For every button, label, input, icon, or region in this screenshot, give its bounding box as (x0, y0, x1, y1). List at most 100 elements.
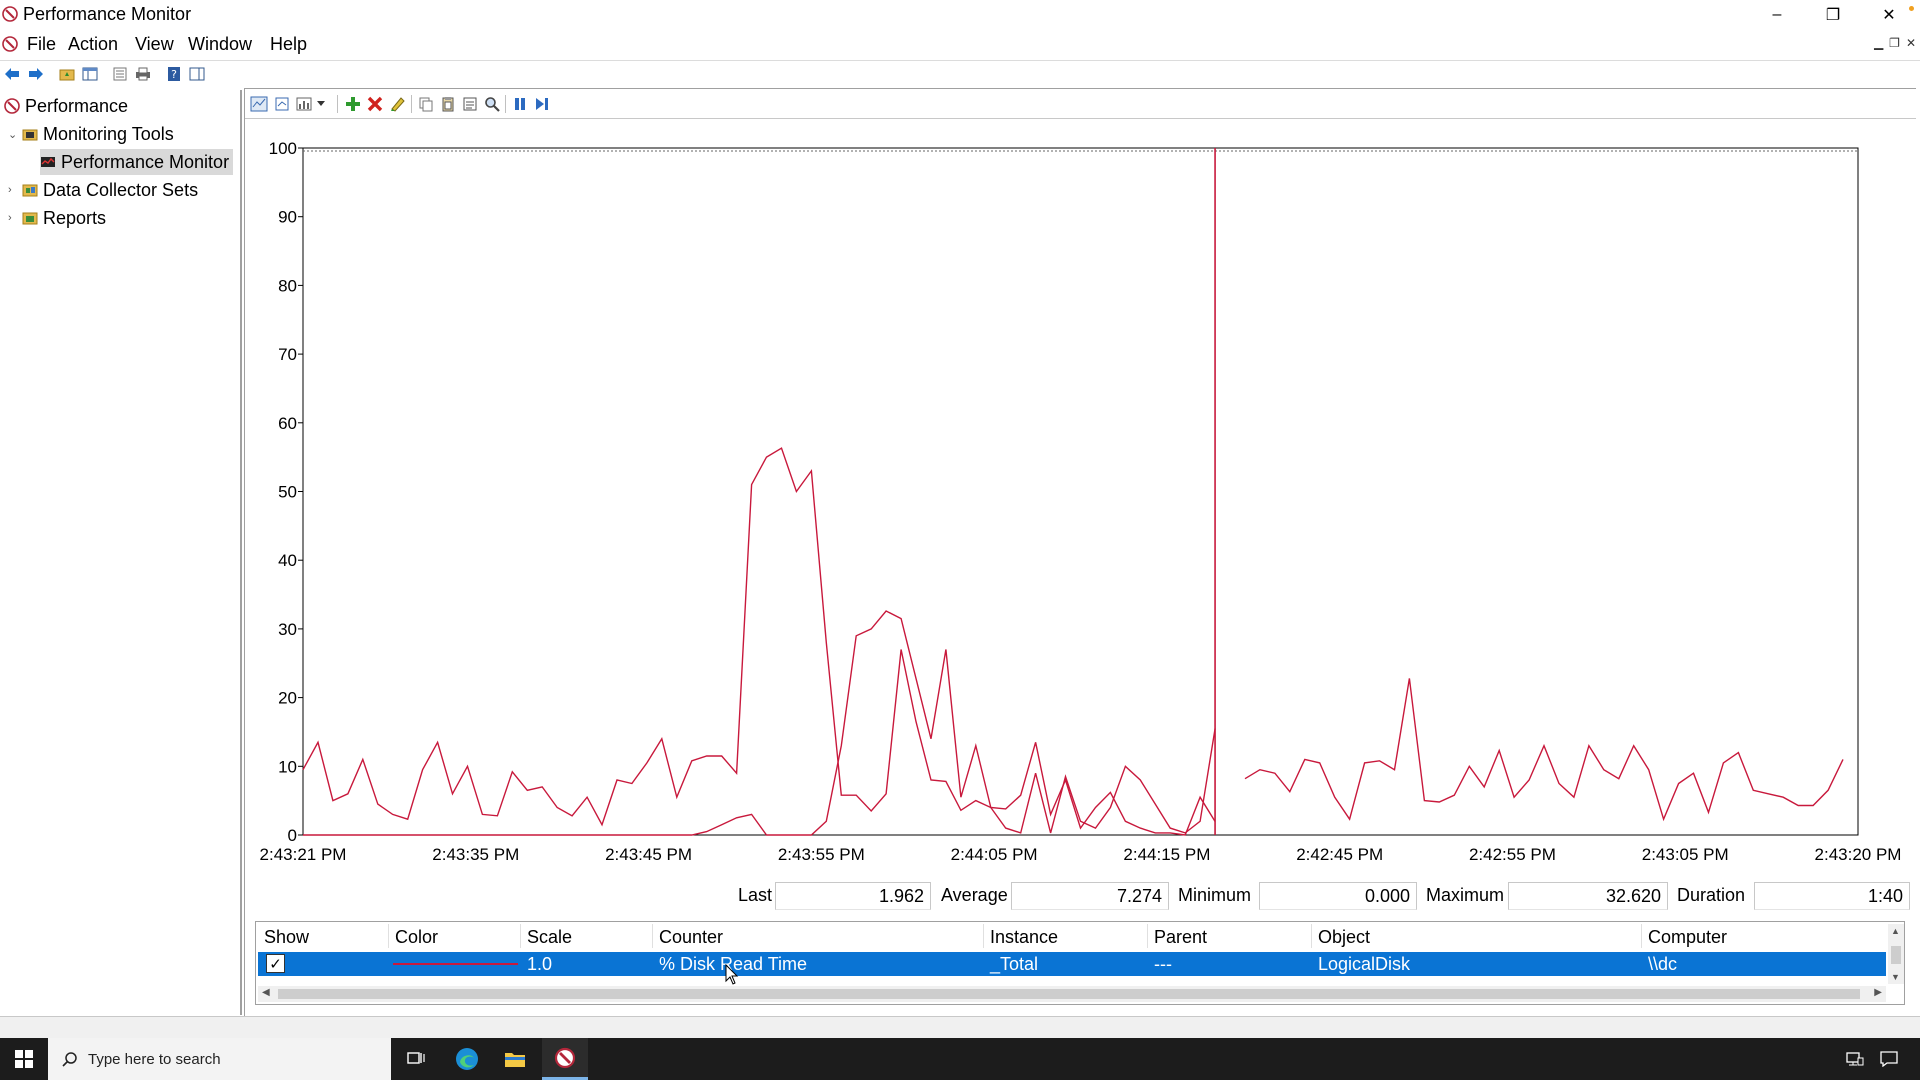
file-explorer-taskbar-button[interactable] (492, 1038, 538, 1080)
tree-item-data-collector-sets[interactable]: › Data Collector Sets (8, 177, 198, 203)
chevron-right-icon[interactable]: › (8, 184, 22, 196)
taskbar-search-box[interactable]: Type here to search (48, 1038, 391, 1080)
column-header-instance[interactable]: Instance (990, 927, 1058, 948)
paste-counter-list-icon[interactable] (439, 95, 457, 113)
menu-window[interactable]: Window (188, 34, 252, 55)
menu-help[interactable]: Help (270, 34, 307, 55)
maximum-value: 32.620 (1508, 882, 1668, 910)
tree-item-label: Performance Monitor (61, 151, 230, 172)
tree-item-label: Monitoring Tools (43, 123, 174, 144)
mdi-close-button[interactable]: ✕ (1906, 36, 1916, 50)
last-label: Last (738, 885, 773, 905)
column-divider[interactable] (983, 924, 984, 948)
column-divider[interactable] (1311, 924, 1312, 948)
delete-counter-icon[interactable] (366, 95, 384, 113)
table-row[interactable]: ✓ 1.0 % Disk Read Time _Total --- Logica… (258, 952, 1886, 976)
task-view-button[interactable] (393, 1038, 439, 1080)
graph-toolbar (245, 89, 1916, 119)
menu-action[interactable]: Action (68, 34, 118, 55)
minimize-button[interactable]: – (1749, 0, 1805, 30)
vertical-scrollbar[interactable]: ▲ ▼ (1888, 924, 1904, 984)
column-header-color[interactable]: Color (395, 927, 438, 948)
average-value: 7.274 (1011, 882, 1169, 910)
properties-icon[interactable] (111, 65, 129, 83)
duration-value: 1:40 (1754, 882, 1910, 910)
notification-dot (1909, 6, 1914, 11)
action-center-button[interactable] (1866, 1038, 1912, 1080)
back-arrow-icon[interactable] (3, 65, 21, 83)
tree-item-label: Data Collector Sets (43, 179, 199, 200)
notifications-icon (1880, 1051, 1898, 1067)
duration-label: Duration (1677, 885, 1746, 905)
chevron-right-icon[interactable]: › (8, 212, 22, 224)
console-tree: Performance ⌄ Monitoring Tools Performan… (0, 90, 242, 1015)
scroll-down-arrow-icon[interactable]: ▼ (1891, 972, 1900, 982)
show-checkbox[interactable]: ✓ (266, 954, 285, 973)
folder-icon (505, 1053, 525, 1067)
close-button[interactable]: ✕ (1861, 0, 1917, 30)
show-hide-action-pane-icon[interactable] (188, 65, 206, 83)
scrollbar-thumb[interactable] (1891, 946, 1901, 964)
performance-monitor-taskbar-button[interactable] (542, 1038, 588, 1080)
performance-monitor-pane (244, 88, 1916, 1016)
restore-button[interactable]: ❐ (1805, 0, 1861, 30)
graph-type-dropdown-icon[interactable] (315, 95, 327, 113)
scale-cell: 1.0 (527, 954, 553, 974)
column-divider[interactable] (388, 924, 389, 948)
column-header-object[interactable]: Object (1318, 927, 1370, 948)
add-counter-icon[interactable] (344, 95, 362, 113)
tree-item-label: Reports (43, 207, 107, 228)
toolbar-separator (411, 95, 412, 113)
copy-properties-icon[interactable] (417, 95, 435, 113)
column-divider[interactable] (1641, 924, 1642, 948)
change-graph-type-icon[interactable] (295, 95, 313, 113)
column-header-parent[interactable]: Parent (1154, 927, 1207, 948)
mdi-restore-button[interactable]: ❐ (1889, 36, 1900, 50)
zoom-icon[interactable] (483, 95, 501, 113)
menu-view[interactable]: View (135, 34, 174, 55)
counter-legend-table: Show Color Scale Counter Instance Parent… (255, 921, 1905, 1005)
up-folder-icon[interactable] (58, 65, 76, 83)
chevron-down-icon[interactable]: ⌄ (8, 128, 22, 141)
column-header-show[interactable]: Show (264, 927, 309, 948)
minimum-label: Minimum (1178, 885, 1252, 905)
mdi-child-icon[interactable] (2, 36, 18, 52)
main-toolbar: ? (0, 60, 1920, 86)
data-collector-sets-icon (22, 184, 38, 197)
tree-item-performance-monitor[interactable]: Performance Monitor (40, 149, 234, 175)
scroll-up-arrow-icon[interactable]: ▲ (1891, 926, 1900, 936)
column-header-computer[interactable]: Computer (1648, 927, 1727, 948)
properties-icon[interactable] (461, 95, 479, 113)
column-header-counter[interactable]: Counter (659, 927, 723, 948)
view-log-data-icon[interactable] (273, 95, 291, 113)
print-icon[interactable] (134, 65, 152, 83)
column-divider[interactable] (652, 924, 653, 948)
forward-arrow-icon[interactable] (27, 65, 45, 83)
help-icon[interactable]: ? (165, 65, 183, 83)
column-header-scale[interactable]: Scale (527, 927, 572, 948)
taskbar: Type here to search (0, 1038, 1920, 1080)
mdi-minimize-button[interactable]: ▁ (1874, 36, 1883, 50)
column-divider[interactable] (1147, 924, 1148, 948)
column-divider[interactable] (520, 924, 521, 948)
performance-monitor-icon (554, 1047, 576, 1068)
tree-item-performance[interactable]: Performance (4, 93, 128, 119)
tree-item-monitoring-tools[interactable]: ⌄ Monitoring Tools (8, 121, 174, 147)
menu-file[interactable]: File (27, 34, 56, 55)
update-data-icon[interactable] (533, 95, 551, 113)
highlight-icon[interactable] (388, 95, 406, 113)
scroll-right-arrow-icon[interactable]: ▶ (1874, 987, 1882, 998)
tree-item-label: Performance (25, 95, 129, 116)
tree-item-reports[interactable]: › Reports (8, 205, 106, 231)
average-label: Average (941, 885, 1008, 905)
minimum-value: 0.000 (1259, 882, 1417, 910)
start-button[interactable] (0, 1038, 48, 1080)
scroll-left-arrow-icon[interactable]: ◀ (262, 987, 270, 998)
edge-taskbar-button[interactable] (444, 1038, 490, 1080)
show-hide-console-tree-icon[interactable] (81, 65, 99, 83)
view-current-activity-icon[interactable] (250, 95, 268, 113)
scrollbar-thumb[interactable] (278, 989, 1860, 999)
horizontal-scrollbar[interactable]: ◀ ▶ (258, 986, 1886, 1002)
window-title: Performance Monitor (23, 4, 192, 24)
freeze-display-icon[interactable] (511, 95, 529, 113)
